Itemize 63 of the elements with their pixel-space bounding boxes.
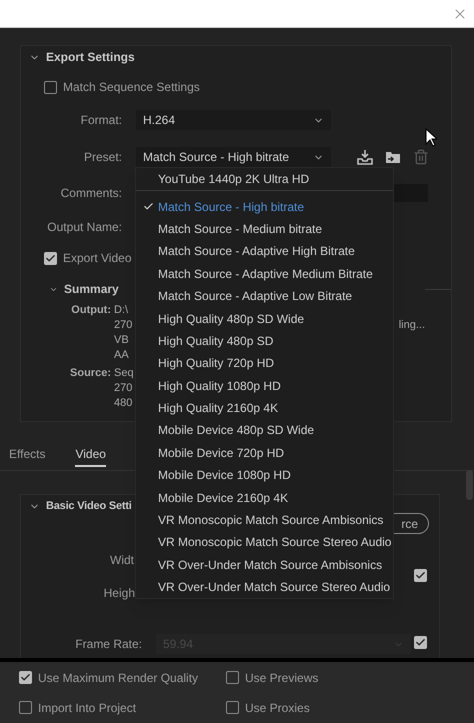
- section-title: Summary: [64, 281, 119, 298]
- menu-item[interactable]: High Quality 480p SD: [136, 330, 393, 352]
- checkbox[interactable]: [19, 701, 32, 714]
- menu-item[interactable]: High Quality 2160p 4K: [136, 396, 393, 420]
- summary-label: Output:: [70, 303, 111, 318]
- section-title: Export Settings: [46, 49, 135, 66]
- check-icon: [415, 637, 426, 648]
- cursor-icon: [425, 128, 437, 147]
- summary-text: 270: [114, 318, 132, 333]
- field-label: Comments:: [60, 185, 122, 202]
- menu-item[interactable]: Mobile Device 480p SD Wide: [136, 419, 393, 442]
- checkbox[interactable]: [44, 80, 57, 94]
- summary-text: Seq: [114, 366, 134, 381]
- summary-label: Source:: [69, 366, 111, 381]
- folder-icon[interactable]: [385, 149, 401, 165]
- checkbox-label: Import Into Project: [38, 700, 136, 716]
- summary-text: 270: [114, 381, 132, 396]
- menu-item[interactable]: Match Source - High bitrate: [136, 195, 393, 218]
- checkbox-label: Use Proxies: [245, 700, 310, 716]
- menu-item[interactable]: VR Over-Under Match Source Ambisonics: [136, 554, 393, 576]
- field-label: Output Name:: [46, 219, 122, 236]
- menu-item[interactable]: Match Source - Medium bitrate: [136, 218, 393, 240]
- preset-dropdown[interactable]: Match Source - High bitrate: [136, 147, 331, 167]
- checkbox[interactable]: [414, 568, 427, 582]
- checkbox[interactable]: [19, 671, 32, 684]
- menu-item[interactable]: High Quality 480p SD Wide: [136, 307, 393, 330]
- check-icon: [45, 252, 56, 264]
- checkbox-label: Export Video: [63, 250, 132, 267]
- summary-text: AA: [114, 348, 129, 363]
- menu-item[interactable]: YouTube 1440p 2K Ultra HD: [136, 168, 393, 190]
- menu-item[interactable]: Match Source - Adaptive High Bitrate: [136, 240, 393, 263]
- menu-item[interactable]: Match Source - Adaptive Medium Bitrate: [136, 262, 393, 285]
- menu-item[interactable]: Match Source - Adaptive Low Bitrate: [136, 284, 393, 308]
- download-icon[interactable]: [357, 149, 373, 165]
- checkbox[interactable]: [44, 252, 57, 264]
- menu-item[interactable]: VR Monoscopic Match Source Stereo Audio: [136, 531, 393, 554]
- menu-item[interactable]: Mobile Device 720p HD: [136, 442, 393, 464]
- menu-item[interactable]: VR Over-Under Match Source Stereo Audio: [136, 576, 393, 598]
- check-icon: [20, 672, 31, 683]
- field-label: Preset:: [82, 149, 122, 166]
- checkbox[interactable]: [226, 671, 239, 684]
- checkbox-label: Use Previews: [245, 670, 318, 686]
- checkbox[interactable]: [226, 701, 239, 714]
- check-icon: [143, 201, 154, 212]
- summary-text: VB: [114, 333, 129, 348]
- field-label: Frame Rate:: [74, 636, 142, 653]
- checkbox-label: Use Maximum Render Quality: [38, 670, 198, 686]
- menu-item[interactable]: Mobile Device 1080p HD: [136, 464, 393, 486]
- field-label: Heigh: [102, 585, 135, 602]
- menu-item[interactable]: High Quality 720p HD: [136, 352, 393, 375]
- checkbox-label: Match Sequence Settings: [63, 79, 200, 96]
- field-label: Widt: [109, 552, 134, 569]
- field-label: Format:: [80, 112, 122, 129]
- summary-text: ling...: [398, 318, 425, 333]
- summary-text: 480: [114, 396, 132, 411]
- tab[interactable]: Effects: [9, 444, 46, 466]
- format-dropdown[interactable]: H.264: [136, 110, 331, 130]
- summary-text: D:\: [114, 303, 128, 318]
- check-icon: [415, 570, 426, 580]
- tab[interactable]: Video: [75, 444, 106, 466]
- menu-item[interactable]: High Quality 1080p HD: [136, 374, 393, 397]
- menu-item[interactable]: Mobile Device 2160p 4K: [136, 486, 393, 509]
- section-title: Basic Video Setti: [46, 498, 132, 514]
